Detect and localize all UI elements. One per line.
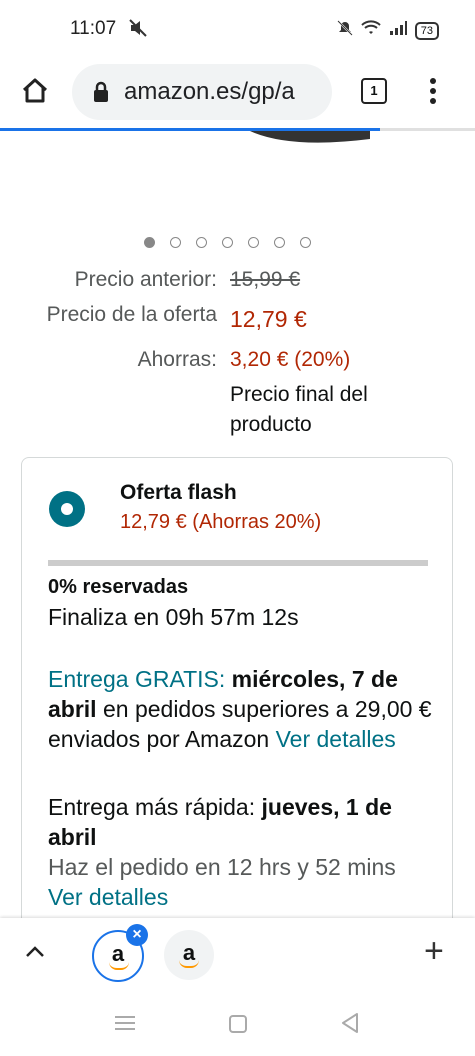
mute-icon [128,18,148,43]
offer-price-value: 12,79 € [230,306,307,332]
more-vert-icon[interactable] [424,76,442,111]
offer-price-label: Precio de la oferta [46,303,217,326]
reserved-progress-bar [48,560,428,566]
bottom-tab-strip: a × a + [0,918,475,992]
final-price-note-line1: Precio final del [230,383,368,406]
amazon-smile-icon [109,962,129,970]
product-image-fragment [250,131,370,143]
carousel-dot[interactable] [170,237,181,248]
address-bar[interactable]: amazon.es/gp/a [72,64,332,120]
reserved-percentage: 0% reservadas [48,576,189,598]
clock: 11:07 [70,18,117,39]
carousel-dot[interactable] [274,237,285,248]
status-icons: 73 [337,20,439,41]
deal-countdown: Finaliza en 09h 57m 12s [48,604,299,630]
tab-amazon[interactable]: a [164,930,214,980]
signal-icon [389,20,407,41]
new-tab-icon[interactable]: + [424,932,444,971]
fast-delivery-label: Entrega más rápida: [48,794,256,820]
free-delivery-label: Entrega GRATIS: [48,666,226,692]
savings-label: Ahorras: [137,348,217,371]
page-load-progress-track [380,128,475,131]
home-square-icon[interactable] [228,1014,248,1039]
flash-offer-card[interactable]: Oferta flash 12,79 € (Ahorras 20%) 0% re… [21,457,453,927]
previous-price-value: 15,99 € [230,268,301,291]
flash-offer-title: Oferta flash [120,481,237,504]
lock-icon[interactable] [92,81,110,108]
tab-switcher-button[interactable]: 1 [361,78,387,104]
bell-off-icon [337,20,353,41]
system-nav-bar [0,992,475,1056]
carousel-dot[interactable] [144,237,155,248]
amazon-smile-icon [179,960,199,968]
fast-delivery-info: Entrega más rápida: jueves, 1 de abril H… [48,792,432,912]
free-delivery-details-link[interactable]: Ver detalles [276,726,396,752]
home-icon[interactable] [20,76,50,111]
flash-offer-price: 12,79 € (Ahorras 20%) [120,511,322,533]
fast-delivery-details-link[interactable]: Ver detalles [48,884,168,910]
final-price-note-line2: producto [230,413,312,436]
browser-toolbar: amazon.es/gp/a 1 [0,62,475,128]
image-carousel-dots [144,237,311,248]
close-tab-icon[interactable]: × [126,924,148,946]
url-text[interactable]: amazon.es/gp/a [124,78,295,106]
chevron-up-icon[interactable] [24,944,46,965]
fast-delivery-order-time: Haz el pedido en 12 hrs y 52 mins [48,854,396,880]
carousel-dot[interactable] [248,237,259,248]
flash-offer-radio[interactable] [49,491,85,527]
free-delivery-info: Entrega GRATIS: miércoles, 7 de abril en… [48,664,432,754]
carousel-dot[interactable] [222,237,233,248]
wifi-icon [361,20,381,41]
savings-value: 3,20 € (20%) [230,348,351,371]
back-triangle-icon[interactable] [340,1012,360,1039]
previous-price-label: Precio anterior: [74,268,217,291]
menu-icon[interactable] [114,1014,136,1037]
carousel-dot[interactable] [196,237,207,248]
status-bar: 11:07 73 [0,0,475,62]
carousel-dot[interactable] [300,237,311,248]
battery-icon: 73 [414,21,439,40]
